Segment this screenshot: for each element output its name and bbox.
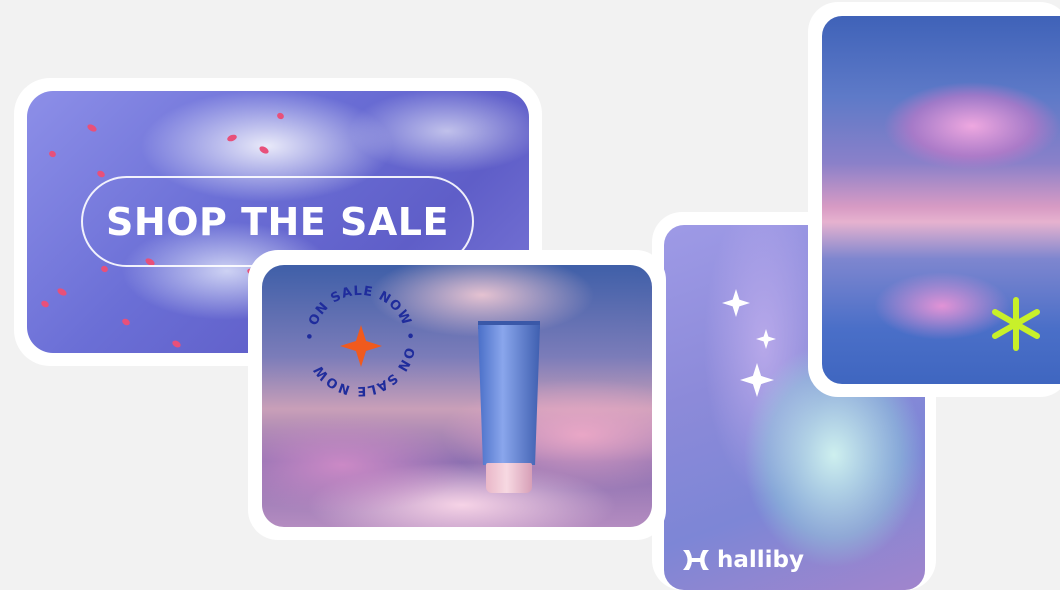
on-sale-badge: • ON SALE NOW • ON SALE NOW [303, 284, 417, 398]
sky-card [808, 2, 1060, 397]
shop-sale-label: SHOP THE SALE [106, 199, 449, 244]
clouds-product-image: • ON SALE NOW • ON SALE NOW [262, 265, 652, 527]
sparkle-icon [722, 289, 750, 317]
product-card: • ON SALE NOW • ON SALE NOW [248, 250, 666, 540]
sparkle-icon [740, 363, 774, 397]
brand-name: halliby [717, 547, 805, 573]
product-tube [478, 325, 540, 465]
brand-logo: halliby [681, 547, 804, 573]
halliby-logo-icon [683, 550, 709, 570]
asterisk-icon [992, 297, 1040, 351]
badge-text: • ON SALE NOW • ON SALE NOW [303, 284, 417, 398]
sky-reflection-image [822, 16, 1060, 384]
product-tube-cap [486, 463, 532, 493]
sparkle-icon [756, 329, 776, 349]
